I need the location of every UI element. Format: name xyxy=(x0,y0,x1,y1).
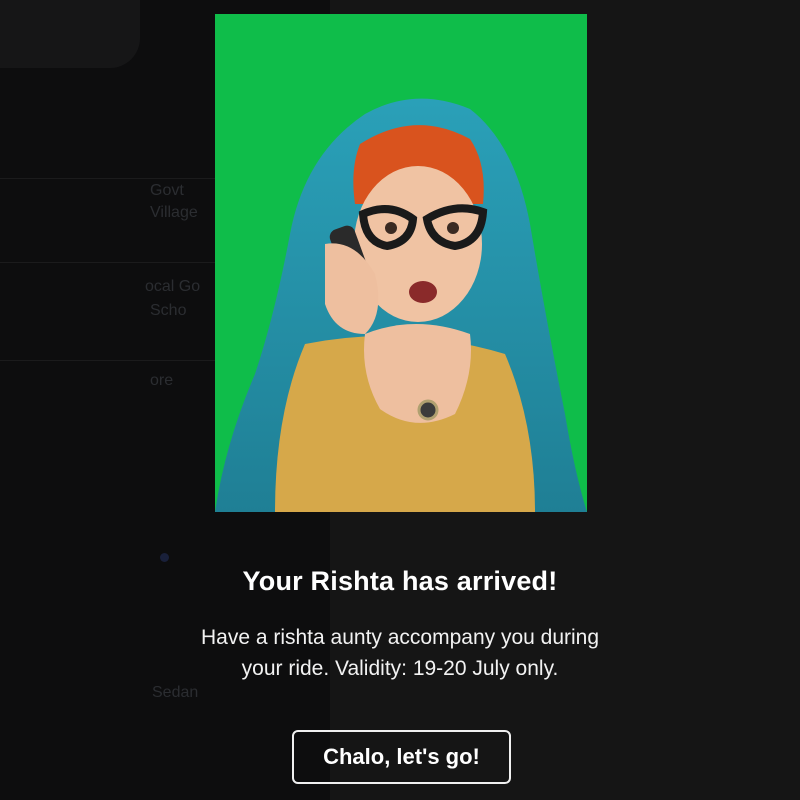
modal-title: Your Rishta has arrived! xyxy=(242,566,558,596)
chalo-lets-go-button[interactable]: Chalo, let's go! xyxy=(292,730,511,784)
promo-modal: Your Rishta has arrived! Have a rishta a… xyxy=(0,0,800,800)
modal-description-line: your ride. Validity: 19-20 July only. xyxy=(241,657,559,680)
aunty-portrait-icon xyxy=(215,14,587,512)
modal-description-line: Have a rishta aunty accompany you during xyxy=(200,626,600,649)
modal-description: Have a rishta aunty accompany you during… xyxy=(150,622,650,684)
rishta-aunty-illustration xyxy=(215,14,587,512)
